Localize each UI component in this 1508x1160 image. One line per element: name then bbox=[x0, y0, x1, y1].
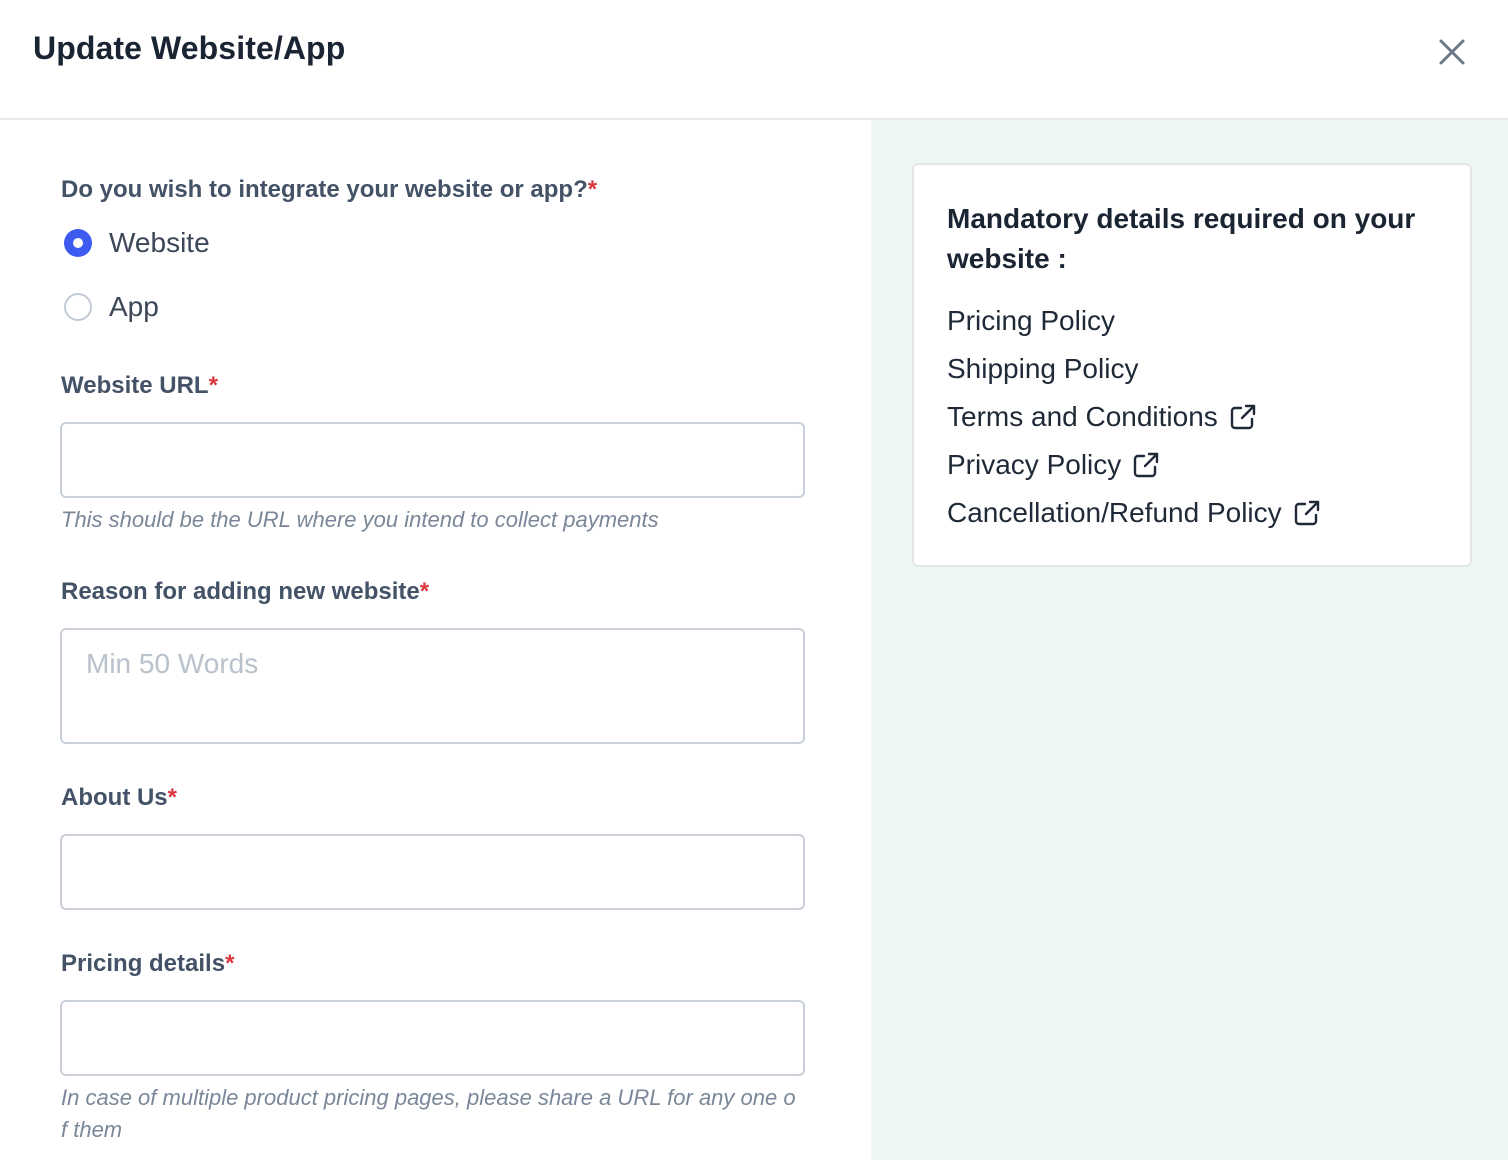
required-mark: * bbox=[419, 578, 430, 605]
external-link-icon[interactable] bbox=[1131, 450, 1161, 480]
policy-label: Terms and Conditions bbox=[947, 401, 1218, 432]
reason-textarea[interactable] bbox=[60, 628, 805, 744]
pricing-details-label-text: Pricing details bbox=[61, 950, 226, 977]
policy-item-cancellation[interactable]: Cancellation/Refund Policy bbox=[947, 497, 1322, 529]
about-us-label: About Us* bbox=[61, 784, 177, 812]
pricing-details-label: Pricing details* bbox=[61, 950, 234, 978]
policy-item-terms[interactable]: Terms and Conditions bbox=[947, 401, 1258, 433]
required-mark: * bbox=[208, 372, 218, 399]
policy-label: Cancellation/Refund Policy bbox=[947, 497, 1282, 528]
policy-item-privacy[interactable]: Privacy Policy bbox=[947, 449, 1161, 481]
policy-item-shipping: Shipping Policy bbox=[947, 353, 1138, 385]
radio-app-label: App bbox=[109, 291, 159, 322]
reason-label-text: Reason for adding new website bbox=[61, 578, 420, 605]
policy-label: Pricing Policy bbox=[947, 305, 1116, 336]
website-url-label-text: Website URL bbox=[61, 372, 209, 399]
website-url-label: Website URL* bbox=[61, 372, 218, 400]
radio-website[interactable]: Website bbox=[64, 227, 210, 259]
required-mark: * bbox=[167, 784, 177, 811]
radio-button-app[interactable] bbox=[64, 293, 92, 321]
integration-question-text: Do you wish to integrate your website or… bbox=[61, 176, 588, 203]
reason-label: Reason for adding new website* bbox=[61, 578, 429, 606]
pricing-details-input[interactable] bbox=[60, 1000, 805, 1076]
required-mark: * bbox=[225, 950, 235, 977]
modal-header: Update Website/App bbox=[0, 0, 1508, 120]
radio-button-website[interactable] bbox=[64, 229, 92, 257]
modal-title: Update Website/App bbox=[33, 30, 346, 66]
required-mark: * bbox=[587, 176, 598, 203]
radio-app[interactable]: App bbox=[64, 291, 159, 323]
policy-label: Privacy Policy bbox=[947, 449, 1122, 480]
external-link-icon[interactable] bbox=[1292, 498, 1322, 528]
update-website-modal: Update Website/App Do you wish to integr… bbox=[0, 0, 1508, 1160]
mandatory-details-card: Mandatory details required on your websi… bbox=[912, 163, 1472, 567]
website-url-input[interactable] bbox=[60, 422, 805, 498]
pricing-details-helper: In case of multiple product pricing page… bbox=[61, 1085, 796, 1142]
website-url-helper: This should be the URL where you intend … bbox=[61, 507, 659, 532]
card-title: Mandatory details required on your websi… bbox=[947, 203, 1416, 274]
external-link-icon[interactable] bbox=[1228, 402, 1258, 432]
close-icon bbox=[1439, 39, 1465, 65]
policy-item-pricing: Pricing Policy bbox=[947, 305, 1115, 337]
close-button[interactable] bbox=[1432, 32, 1472, 72]
integration-question-label: Do you wish to integrate your website or… bbox=[61, 176, 597, 204]
radio-website-label: Website bbox=[109, 227, 210, 258]
about-us-label-text: About Us bbox=[61, 784, 168, 811]
about-us-input[interactable] bbox=[60, 834, 805, 910]
policy-label: Shipping Policy bbox=[947, 353, 1139, 384]
